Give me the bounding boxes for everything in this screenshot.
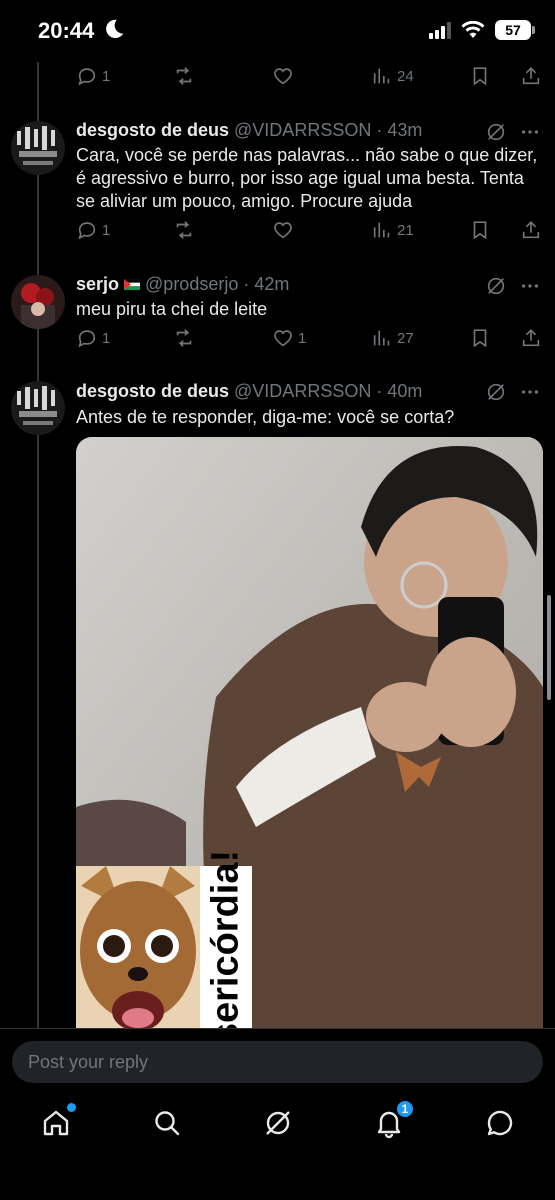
retweet-icon [173, 327, 195, 349]
tab-messages[interactable] [484, 1107, 516, 1139]
author-name[interactable]: desgosto de deus [76, 381, 229, 402]
like-icon [272, 219, 294, 241]
retweet-icon [173, 65, 195, 87]
palestine-flag-icon [124, 279, 141, 290]
views-count: 24 [397, 67, 414, 85]
share-icon [520, 65, 542, 87]
avatar[interactable] [11, 121, 65, 175]
grok-icon[interactable] [485, 275, 507, 297]
moon-icon [106, 19, 124, 39]
sticker-text-panel: sericórdia! [200, 850, 252, 1044]
bookmark-button[interactable] [469, 327, 491, 349]
views-count: 21 [397, 221, 414, 239]
status-time: 20:44 [38, 18, 95, 43]
like-button[interactable]: 1 [272, 327, 306, 349]
grok-icon[interactable] [485, 121, 507, 143]
author-name[interactable]: desgosto de deus [76, 120, 229, 141]
views-button[interactable]: 21 [371, 219, 414, 241]
reply-box[interactable] [12, 1041, 543, 1083]
tweet-time[interactable]: 42m [254, 274, 289, 295]
reply-icon [76, 219, 98, 241]
wifi-icon [461, 21, 485, 38]
views-icon [371, 65, 393, 87]
bookmark-icon [469, 327, 491, 349]
retweet-button[interactable] [173, 327, 195, 349]
reply-icon [76, 65, 98, 87]
tab-grok[interactable] [262, 1107, 294, 1139]
tweet-time[interactable]: 43m [387, 120, 422, 141]
tab-notifications[interactable]: 1 [373, 1099, 415, 1139]
reply-count: 1 [102, 221, 111, 239]
like-button[interactable] [272, 219, 294, 241]
views-count: 27 [397, 329, 414, 347]
battery-indicator: 57 [495, 20, 535, 40]
home-icon [43, 1110, 69, 1136]
tweet-text: meu piru ta chei de leite [76, 299, 268, 319]
status-bar: 20:44 57 [0, 0, 555, 62]
like-icon [272, 65, 294, 87]
more-icon[interactable] [519, 121, 541, 143]
tweet-time[interactable]: 40m [387, 381, 422, 402]
avatar[interactable] [11, 381, 65, 435]
sticker-text: sericórdia! [204, 849, 247, 1045]
share-button[interactable] [520, 219, 542, 241]
more-icon[interactable] [519, 381, 541, 403]
reply-count: 1 [102, 67, 111, 85]
reply-icon [76, 327, 98, 349]
author-handle[interactable]: @VIDARRSSON [234, 120, 371, 141]
messages-icon [487, 1110, 513, 1136]
scrollbar[interactable] [547, 595, 551, 700]
bookmark-button[interactable] [469, 219, 491, 241]
tab-search[interactable] [151, 1107, 183, 1139]
reply-button[interactable]: 1 [76, 65, 110, 87]
tweet-text: Antes de te responder, diga-me: você se … [76, 407, 455, 427]
reply-count: 1 [102, 329, 111, 347]
dog-sticker-image [76, 866, 200, 1028]
like-icon [272, 327, 294, 349]
grok-icon [266, 1111, 290, 1135]
thread-line [37, 62, 39, 1028]
search-icon [155, 1111, 180, 1136]
share-button[interactable] [520, 327, 542, 349]
bookmark-button[interactable] [469, 65, 491, 87]
author-handle[interactable]: @prodserjo [145, 274, 238, 295]
bookmark-icon [469, 65, 491, 87]
reply-button[interactable]: 1 [76, 219, 110, 241]
tab-home[interactable] [40, 1103, 76, 1139]
reply-input[interactable] [12, 1041, 543, 1083]
author-name[interactable]: serjo [76, 274, 119, 295]
reply-button[interactable]: 1 [76, 327, 110, 349]
retweet-icon [173, 219, 195, 241]
avatar[interactable] [11, 275, 65, 329]
tweet-actions: 1 21 [76, 219, 542, 245]
unread-dot [67, 1103, 76, 1112]
author-handle[interactable]: @VIDARRSSON [234, 381, 371, 402]
share-icon [520, 327, 542, 349]
tweet-actions: 1 24 [76, 65, 542, 91]
tweet-actions: 1 1 27 [76, 327, 542, 353]
more-icon[interactable] [519, 275, 541, 297]
views-button[interactable]: 24 [371, 65, 414, 87]
retweet-button[interactable] [173, 65, 195, 87]
views-button[interactable]: 27 [371, 327, 414, 349]
tab-bar: 1 [0, 1092, 555, 1156]
views-icon [371, 219, 393, 241]
retweet-button[interactable] [173, 219, 195, 241]
views-icon [371, 327, 393, 349]
grok-icon[interactable] [485, 381, 507, 403]
signal-icon [429, 21, 451, 39]
like-count: 1 [298, 329, 307, 347]
like-button[interactable] [272, 65, 294, 87]
notifications-badge: 1 [395, 1099, 415, 1119]
share-button[interactable] [520, 65, 542, 87]
tweet-text: Cara, você se perde nas palavras... não … [76, 145, 538, 211]
bookmark-icon [469, 219, 491, 241]
share-icon [520, 219, 542, 241]
